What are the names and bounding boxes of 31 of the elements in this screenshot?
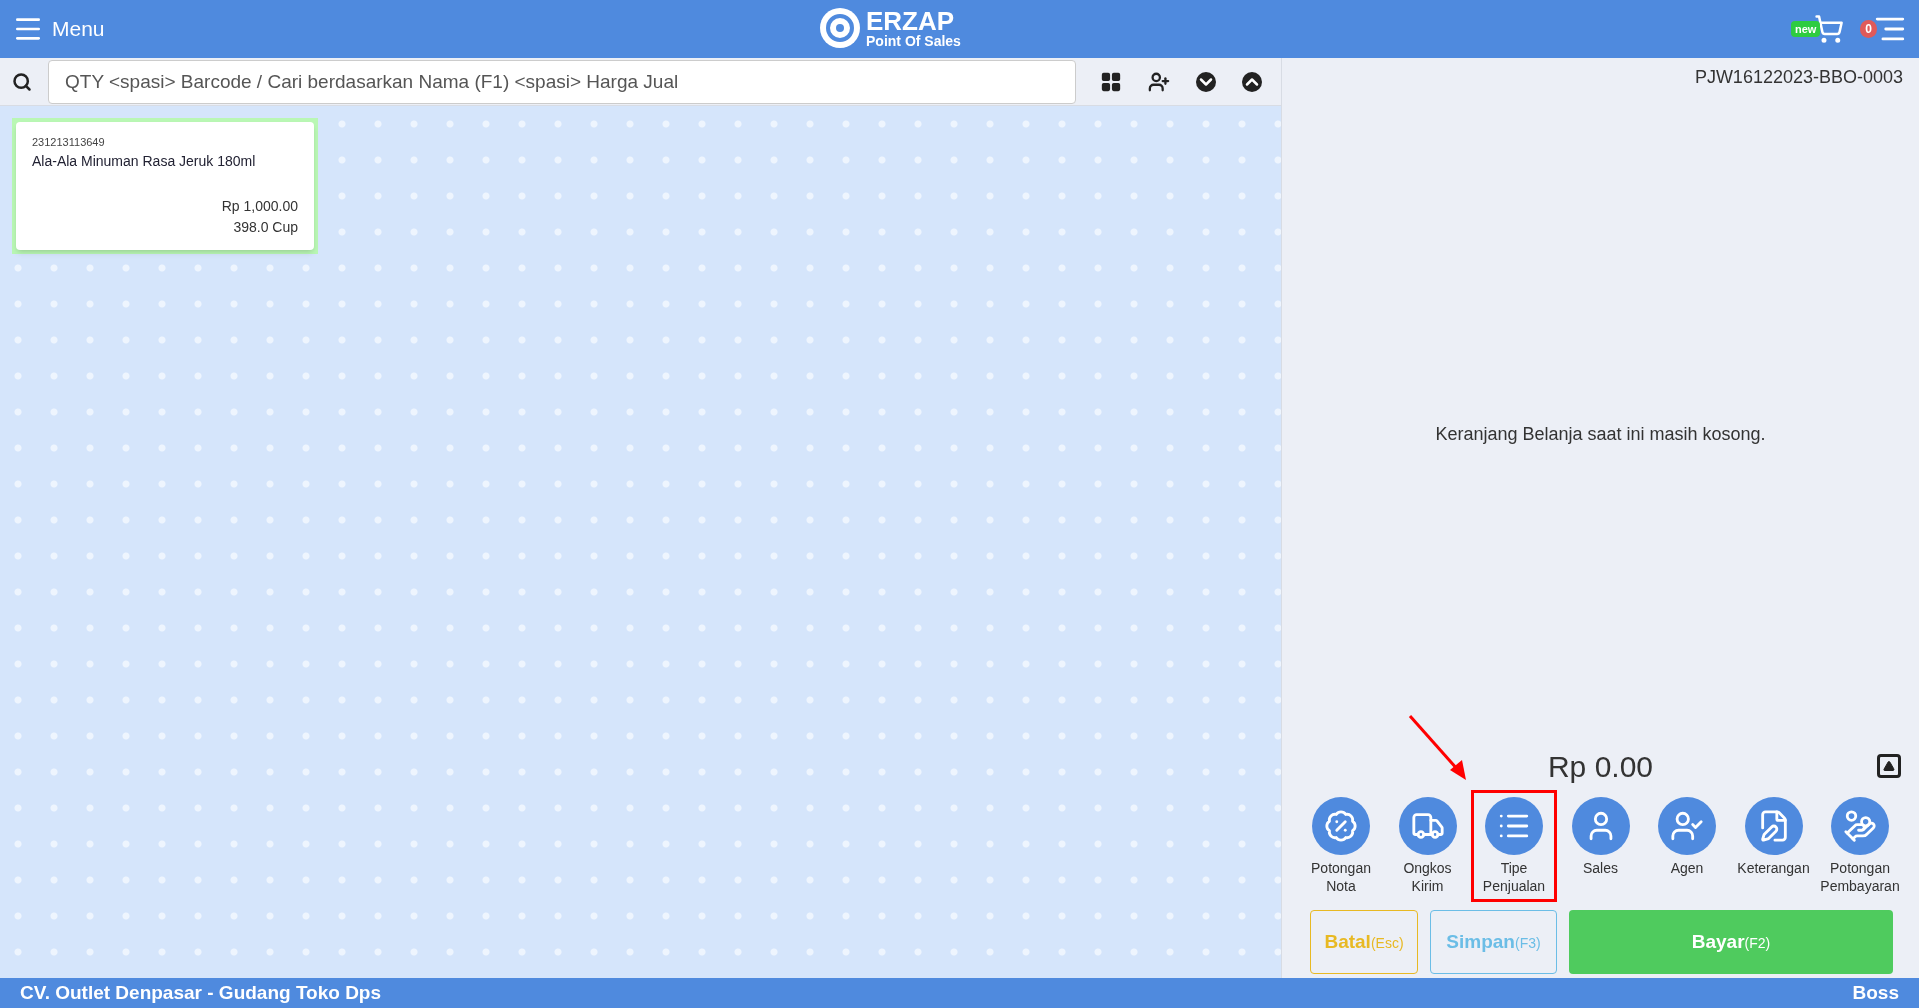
product-code: 231213113649 [32,135,106,150]
action-button[interactable]: Sales [1557,790,1644,902]
grid-view-icon[interactable] [1100,70,1122,93]
count-badge: 0 [1860,20,1877,38]
search-icon [12,71,32,92]
user-name: Boss [1852,980,1899,1005]
search-field[interactable]: QTY <spasi> Barcode / Cari berdasarkan Nama (F1) <spasi> Harga Jual [48,59,1076,104]
logo-icon [818,6,862,50]
empty-cart-message: Keranjang Belanja saat ini masih kosong. [1435,423,1766,446]
new-badge: new [1790,20,1821,38]
total-amount: Rp 0.00 [1547,748,1654,785]
store-location: CV. Outlet Denpasar - Gudang Toko Dps [20,980,382,1005]
product-stock: 398.0 Cup [232,218,298,237]
action-button[interactable]: Potongan Pembayaran [1817,790,1903,902]
action-button[interactable]: Potongan Nota [1298,790,1384,902]
action-button[interactable]: Agen [1644,790,1730,902]
action-button[interactable]: Keterangan [1730,790,1817,902]
expand-icon[interactable] [1877,754,1901,778]
person-check-icon [1670,809,1704,843]
product-price: Rp 1,000.00 [220,197,298,216]
product-name: Ala-Ala Minuman Rasa Jeruk 180ml [32,151,257,171]
percent-badge-icon [1324,809,1358,843]
action-button[interactable]: Ongkos Kirim [1384,790,1471,902]
logo-subtitle: Point Of Sales [866,34,961,48]
add-customer-icon[interactable] [1148,70,1170,93]
chevron-up-icon[interactable] [1242,71,1262,92]
action-button[interactable]: Tipe Penjualan [1471,790,1557,902]
logo-title: ERZAP [866,8,955,34]
transaction-number: PJW16122023-BBO-0003 [1694,66,1903,89]
chevron-down-icon[interactable] [1196,71,1216,92]
product-card[interactable]: 231213113649 Ala-Ala Minuman Rasa Jeruk 180ml Rp 1,000.00 398.0 Cup [12,118,318,254]
